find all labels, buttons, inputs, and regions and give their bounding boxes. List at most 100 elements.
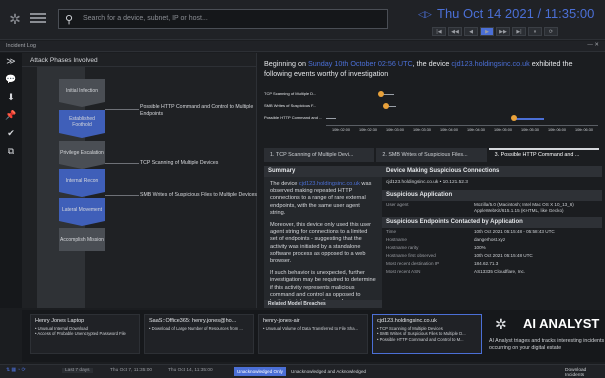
timeline-tick: 10th 05:30: [521, 128, 539, 132]
incident-card-selected[interactable]: cjd123.holdingsinc.co.uk • TCP Scanning …: [372, 314, 482, 354]
pin-icon[interactable]: 📌: [0, 107, 22, 123]
search-placeholder: Search for a device, subnet, IP or host.…: [83, 15, 208, 22]
phase-arrow: [59, 221, 105, 226]
ai-analyst-brand: AI ANALYST: [523, 316, 600, 331]
time-control-button[interactable]: ⟳: [544, 27, 558, 36]
phase-arrow: [59, 102, 105, 107]
download-incidents-link[interactable]: Download Incidents: [565, 368, 605, 378]
timeline-highlight: [514, 118, 544, 120]
detail-key: User agent: [386, 202, 409, 207]
event-tabs: 1. TCP Scanning of Multiple Devi... 2. S…: [264, 148, 599, 162]
time-control-button[interactable]: ◀: [464, 27, 478, 36]
search-icon: ⚲: [65, 14, 74, 26]
footer-bar: ⇅ ▦ ◔ ⟳ Last 7 days Thu Oct 7, 11:35:00 …: [0, 364, 605, 378]
detail-row: Most recent destination IP 184.62.71.3: [382, 260, 602, 268]
headline-device-link[interactable]: cjd123.holdingsinc.co.uk: [451, 59, 529, 68]
range-to[interactable]: Thu Oct 14, 11:35:00: [168, 368, 213, 373]
copy-icon[interactable]: ⧉: [0, 143, 22, 159]
timeline-row-label: Possible HTTP Command and ...: [264, 115, 323, 120]
ai-analyst-promo: ✲ AI ANALYST AI Analyst triages and trac…: [489, 314, 605, 358]
incident-card-line: • Access of Probable Unencrypted Passwor…: [35, 331, 126, 337]
phase-established-foothold[interactable]: Established Foothold: [59, 110, 105, 133]
search-input[interactable]: ⚲ Search for a device, subnet, IP or hos…: [58, 9, 388, 29]
tab-http-c2[interactable]: 3. Possible HTTP Command and ...: [488, 148, 599, 162]
detail-value: 10th Oct 2021 05:15:48 - 05:58:43 UTC: [474, 229, 555, 234]
event-http-c2[interactable]: Possible HTTP Command and Control to Mul…: [140, 104, 258, 117]
event-connector: [105, 163, 139, 164]
related-model-breaches[interactable]: Related Model Breaches: [264, 300, 382, 308]
detail-value[interactable]: dangerhost.xyz: [474, 237, 598, 243]
timeline-marker[interactable]: [383, 103, 389, 109]
collapse-icon[interactable]: ≫: [0, 53, 22, 69]
range-from[interactable]: Thu Oct 7, 11:35:00: [110, 368, 152, 373]
detail-row: Most recent ASN AS13335 Cloudflare, Inc.: [382, 268, 602, 276]
timeline-tick: 10th 02:00: [332, 128, 350, 132]
event-timeline: TCP Scanning of Multiple D... SMB Writes…: [264, 88, 599, 140]
incident-card-title: SaaS::Office365: henry.jones@ho...: [149, 318, 237, 324]
event-connector: [105, 195, 139, 196]
time-nav-arrows-icon[interactable]: ◁▷: [418, 9, 432, 20]
clock-display[interactable]: Thu Oct 14 2021 / 11:35:00: [437, 6, 594, 21]
incident-card[interactable]: henry-jones-air • Unusual Volume of Data…: [258, 314, 368, 354]
window-controls[interactable]: — ✕: [587, 42, 599, 48]
endpoints-section-title: Suspicious Endpoints Contacted by Applic…: [382, 217, 602, 228]
timeline-tick: 10th 03:00: [386, 128, 404, 132]
detail-value: 100%: [474, 245, 486, 250]
incident-card-line: • SMB Writes of Suspicious Files to Mult…: [377, 331, 466, 337]
incident-card[interactable]: SaaS::Office365: henry.jones@ho... • Dow…: [144, 314, 254, 354]
incident-card-title: cjd123.holdingsinc.co.uk: [377, 318, 437, 324]
incident-cards-strip: Henry Jones Laptop • Unusual Internal Do…: [22, 310, 605, 362]
tab-tcp-scanning[interactable]: 1. TCP Scanning of Multiple Devi...: [264, 148, 375, 162]
detail-value: Mozilla/5.0 (Macintosh; Intel Mac OS X 1…: [474, 202, 574, 213]
time-control-button[interactable]: ▶: [480, 27, 494, 36]
timeline-bar: [326, 118, 336, 119]
incident-card[interactable]: Henry Jones Laptop • Unusual Internal Do…: [30, 314, 140, 354]
darktrace-logo-icon[interactable]: ✲: [6, 10, 24, 28]
acknowledge-icon[interactable]: ✔: [0, 125, 22, 141]
time-control-button[interactable]: ▶|: [512, 27, 526, 36]
phase-internal-recon[interactable]: Internal Recon: [59, 169, 105, 192]
phase-privilege-escalation[interactable]: Privilege Escalation: [59, 141, 105, 164]
phase-accomplish-mission[interactable]: Accomplish Mission: [59, 228, 105, 251]
timeline-axis: [326, 125, 598, 126]
detail-key: Hostname: [386, 237, 407, 242]
summary-paragraph: Moreover, this device only used this use…: [270, 222, 372, 265]
phase-initial-infection[interactable]: Initial Infection: [59, 79, 105, 102]
incident-card-line: • Possible HTTP Command and Control to M…: [377, 336, 464, 342]
ai-analyst-logo-icon: ✲: [495, 316, 507, 332]
detail-row: Hostname first observed 10th Oct 2021 05:…: [382, 252, 602, 260]
time-control-button[interactable]: ▶▶: [496, 27, 510, 36]
filter-icons[interactable]: ⇅ ▦ ◔ ⟳: [6, 368, 25, 373]
ai-analyst-description: AI Analyst triages and tracks interestin…: [489, 338, 605, 351]
summary-text: The device cjd123.holdingsinc.co.uk was …: [264, 177, 382, 315]
comment-icon[interactable]: 💬: [0, 71, 22, 87]
event-tcp-scanning[interactable]: TCP Scanning of Multiple Devices: [140, 160, 258, 167]
timeline-tick: 10th 02:30: [359, 128, 377, 132]
attack-phases-panel: Attack Phases Involved Initial Infection…: [22, 53, 257, 308]
device-value[interactable]: cjd123.holdingsinc.co.uk • 10.121.52.3: [382, 177, 602, 188]
time-control-button[interactable]: ⏸: [528, 27, 542, 36]
range-select[interactable]: Last 7 days: [62, 368, 93, 373]
filter-all-button[interactable]: Unacknowledged and Acknowledged: [288, 367, 369, 376]
headline-text: Beginning on: [264, 59, 308, 68]
menu-icon[interactable]: [30, 11, 46, 25]
timeline-row-label: TCP Scanning of Multiple D...: [264, 91, 317, 96]
detail-row: User agent Mozilla/5.0 (Macintosh; Intel…: [382, 201, 602, 215]
detail-value: 10th Oct 2021 05:15:48 UTC: [474, 253, 533, 258]
phase-lateral-movement[interactable]: Lateral Movement: [59, 198, 105, 221]
top-bar: ✲ ⚲ Search for a device, subnet, IP or h…: [0, 0, 605, 40]
time-control-button[interactable]: ◀◀: [448, 27, 462, 36]
filter-unacknowledged-button[interactable]: Unacknowledged Only: [234, 367, 286, 376]
summary-panel: Summary The device cjd123.holdingsinc.co…: [264, 166, 382, 308]
event-smb-writes[interactable]: SMB Writes of Suspicious Files to Multip…: [140, 192, 258, 199]
time-control-button[interactable]: |◀: [432, 27, 446, 36]
summary-device-link[interactable]: cjd123.holdingsinc.co.uk: [299, 181, 360, 187]
incident-card-title: henry-jones-air: [263, 318, 300, 324]
timeline-marker[interactable]: [511, 115, 517, 121]
summary-text: The device: [270, 181, 299, 187]
detail-key: Hostname first observed: [386, 253, 436, 258]
timeline-marker[interactable]: [378, 91, 384, 97]
download-icon[interactable]: ⬇: [0, 89, 22, 105]
tab-smb-writes[interactable]: 2. SMB Writes of Suspicious Files...: [376, 148, 487, 162]
detail-key: Most recent destination IP: [386, 261, 440, 266]
